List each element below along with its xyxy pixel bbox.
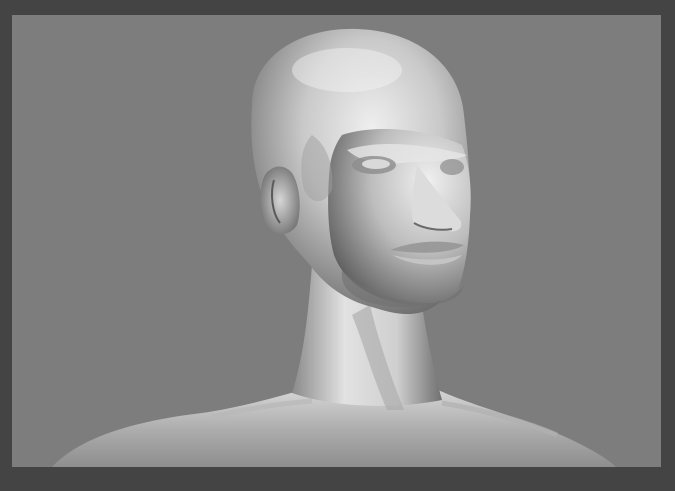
3d-viewport[interactable] bbox=[12, 15, 661, 467]
ear-mesh bbox=[260, 166, 300, 235]
sculpt-mesh-render[interactable] bbox=[12, 15, 661, 467]
app-window bbox=[0, 0, 675, 491]
